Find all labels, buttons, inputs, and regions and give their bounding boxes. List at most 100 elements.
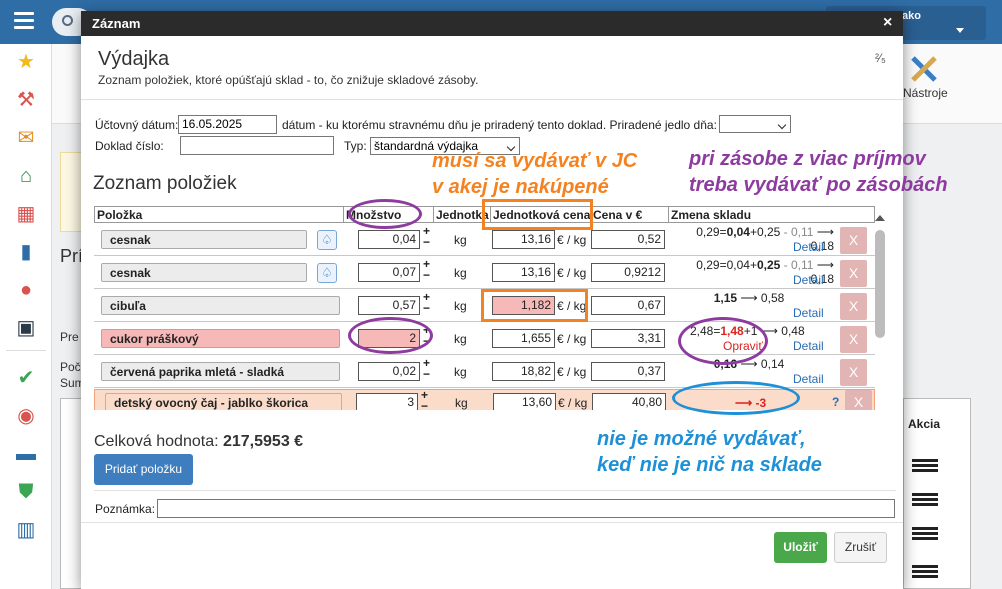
calendar-icon[interactable]: ▣ [14,316,38,340]
save-button[interactable]: Uložiť [774,532,827,563]
search-icon [62,15,73,26]
add-item-button[interactable]: Pridať položku [94,454,193,485]
unit-price-input[interactable]: 1,182 [492,296,555,315]
menu-icon[interactable] [14,12,34,30]
meal-select[interactable] [719,115,791,133]
qty-input[interactable]: 0,07 [358,263,420,282]
detail-link[interactable]: Detail [793,372,824,386]
qty-input[interactable]: 2 [358,329,420,348]
detail-link[interactable]: Detail [793,240,824,254]
stock-change-part: 0,29= [696,225,727,239]
qty-stepper[interactable]: + − [423,291,430,314]
row-menu-icon[interactable] [912,493,938,511]
dialog-header: Záznam × [81,11,903,36]
book-icon[interactable]: ▮ [14,240,38,264]
stock-change-error: 1,48 [720,324,744,338]
briefcase-icon[interactable]: ▬ [14,442,38,466]
home-icon[interactable]: ⌂ [14,164,38,188]
qty-stepper[interactable]: + − [423,324,430,347]
table-row: červená paprika mletá - sladká 0,02 + − k… [94,356,875,388]
fix-link[interactable]: Opraviť [723,339,763,353]
qty-input[interactable]: 0,57 [358,296,420,315]
item-name: cukor práškový [101,329,340,348]
spade-icon[interactable]: ♤ [317,230,337,250]
unit-price-input[interactable]: 18,82 [492,362,555,381]
close-icon[interactable]: × [883,14,892,32]
docnum-input[interactable] [180,136,334,155]
price-input[interactable]: 0,67 [591,296,665,315]
item-name: cesnak [101,263,307,282]
delete-row-button[interactable]: X [840,227,867,254]
table-row-error: detský ovocný čaj - jablko škorica 3 + − … [94,389,875,410]
stock-change-part: 0,29=0,04+ [696,258,757,272]
delete-row-button[interactable]: X [840,260,867,287]
scroll-up-icon[interactable] [875,215,885,221]
check-circle-icon[interactable]: ✔ [14,366,38,390]
delete-row-button[interactable]: X [845,390,872,410]
mail-icon[interactable]: ✉ [14,126,38,150]
unit-price-input[interactable]: 1,655 [492,329,555,348]
delete-row-button[interactable]: X [840,326,867,353]
sidebar: ★ ⚒ ✉ ⌂ ▦ ▮ ● ▣ ✔ ◉ ▬ ⛊ ▥ [0,44,52,589]
background-text-poc: Poč [60,360,81,374]
item-name: cesnak [101,230,307,249]
star-icon[interactable]: ★ [14,50,38,74]
col-qty: Množstvo [343,206,433,223]
delete-row-button[interactable]: X [840,359,867,386]
row-menu-icon[interactable] [912,565,938,583]
cancel-button[interactable]: Zrušiť [834,532,887,563]
row-menu-icon[interactable] [912,459,938,477]
per-unit-label: € / kg [557,332,587,346]
qty-input[interactable]: 0,04 [358,230,420,249]
price-input[interactable]: 0,37 [591,362,665,381]
page-subtitle: Zoznam položiek, ktoré opúšťajú sklad - … [98,73,479,87]
stock-change-bold: 0,16 [713,357,738,371]
row-menu-icon[interactable] [912,527,938,545]
price-input[interactable]: 40,80 [592,393,666,410]
calendar-grid-icon[interactable]: ▦ [14,202,38,226]
unit-label: kg [454,266,467,280]
table-scrollbar[interactable] [874,215,886,411]
background-table [60,398,82,589]
scroll-thumb[interactable] [875,230,885,338]
magic-wand-icon[interactable]: ⚒ [14,88,38,112]
stock-change: 0,16 ⟶ 0,14 [694,357,804,371]
qty-stepper[interactable]: + − [421,389,428,410]
sidebar-divider [6,350,46,351]
compass-icon[interactable]: ◉ [14,404,38,428]
user-icon[interactable]: ● [14,278,38,302]
detail-link[interactable]: Detail [793,339,824,353]
unit-price-input[interactable]: 13,16 [492,230,555,249]
shield-icon[interactable]: ⛊ [14,480,38,504]
page-title: Výdajka [98,48,170,70]
docnum-label: Doklad číslo: [95,139,164,153]
qty-input[interactable]: 3 [356,393,418,410]
qty-stepper[interactable]: + − [423,225,430,248]
col-price: Cena v € [590,206,668,223]
bar-chart-icon[interactable]: ▥ [14,518,38,542]
unit-price-input[interactable]: 13,60 [493,393,556,410]
chevron-down-icon [777,120,787,130]
detail-link[interactable]: Detail [793,306,824,320]
unit-price-input[interactable]: 13,16 [492,263,555,282]
user-name: ako [902,10,921,22]
delete-row-button[interactable]: X [840,293,867,320]
per-unit-label: € / kg [557,233,587,247]
qty-stepper[interactable]: + − [423,258,430,281]
price-input[interactable]: 0,52 [591,230,665,249]
annotation-stock: pri zásobe z viac príjmov treba vydávať p… [689,146,948,198]
annotation-jc-line1: musí sa vydávať v JC [432,150,638,172]
price-input[interactable]: 0,9212 [591,263,665,282]
spade-icon[interactable]: ♤ [317,263,337,283]
detail-link[interactable]: Detail [793,273,824,287]
background-heading: Prí [60,246,84,266]
unit-label: kg [455,396,468,410]
qty-input[interactable]: 0,02 [358,362,420,381]
qty-stepper[interactable]: + − [423,357,430,380]
question-icon[interactable]: ? [832,395,839,409]
note-label: Poznámka: [95,502,156,516]
note-input[interactable] [157,499,895,518]
date-input[interactable]: 16.05.2025 [178,115,277,134]
price-input[interactable]: 3,31 [591,329,665,348]
tools-button[interactable]: Nástroje [903,52,973,102]
